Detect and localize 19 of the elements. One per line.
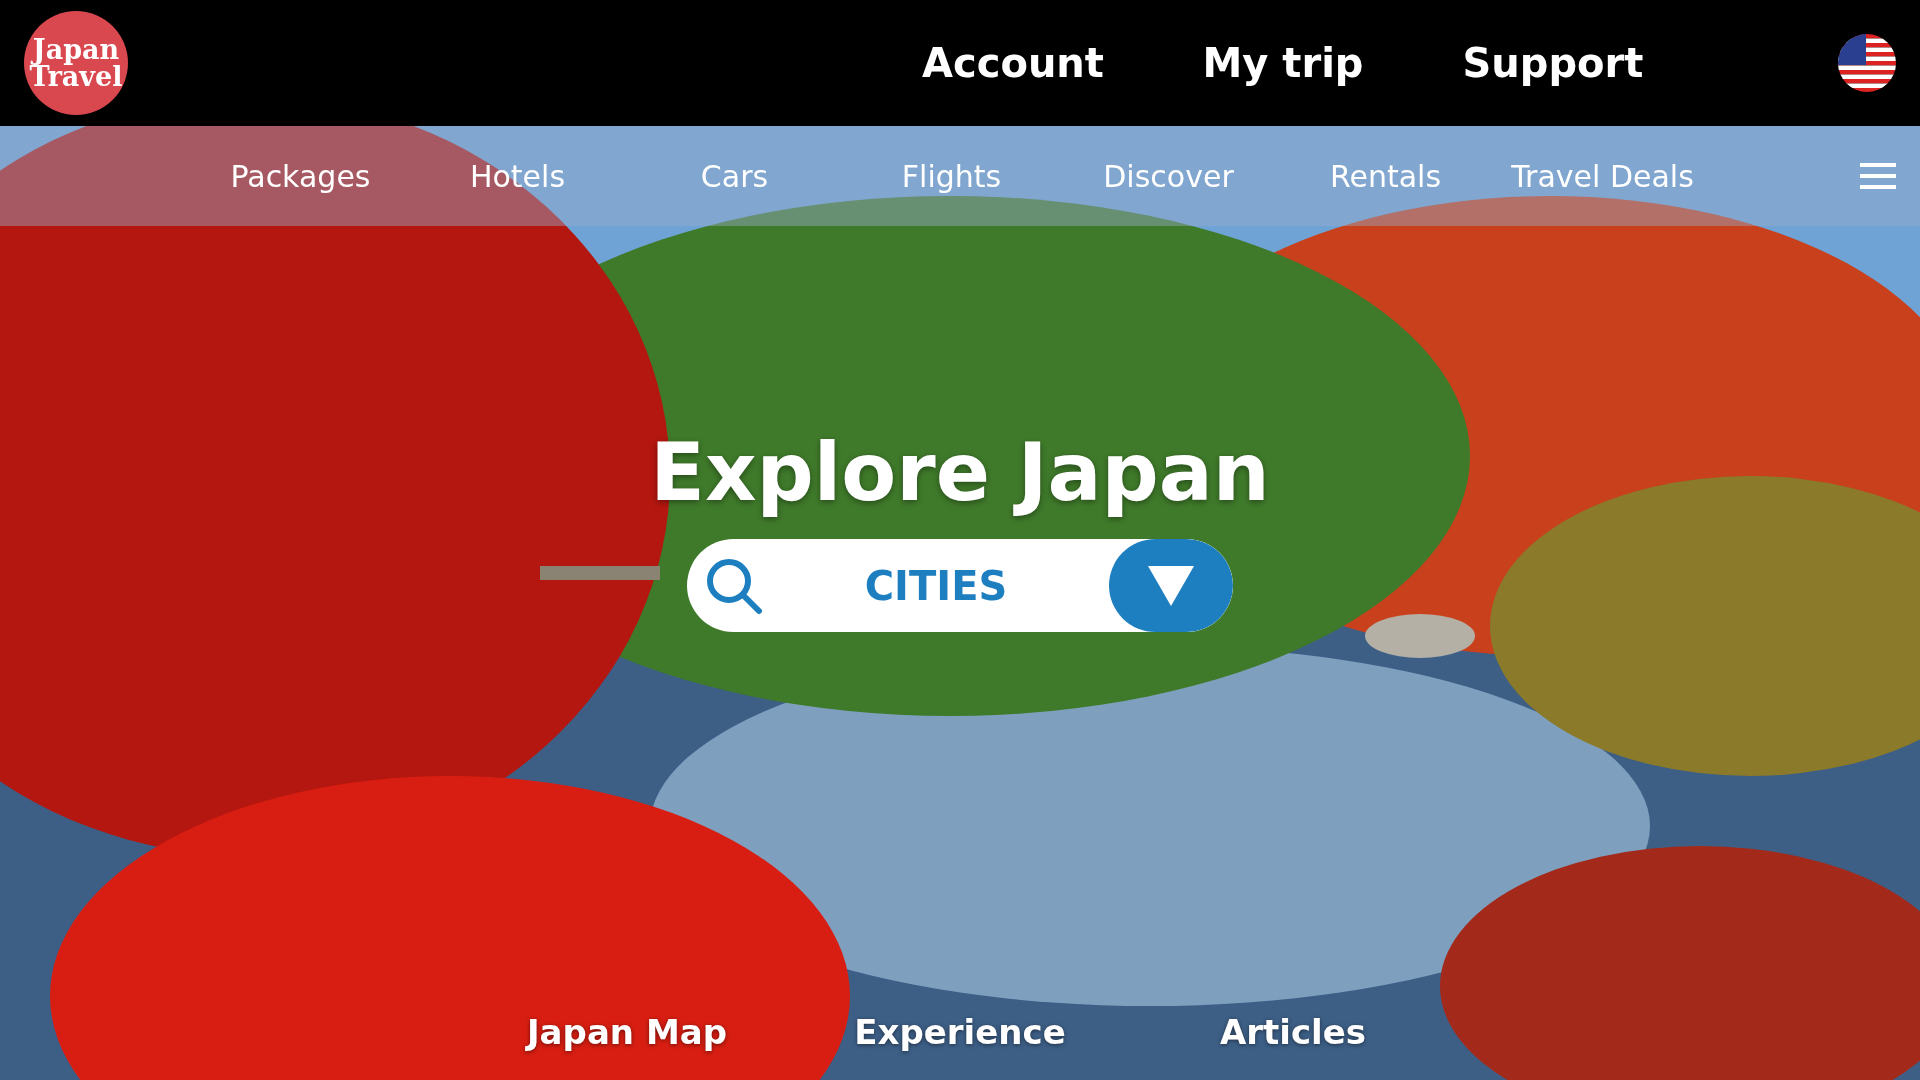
search-icon (705, 556, 763, 615)
caret-icon (1148, 565, 1194, 606)
nav-link[interactable]: Flights (843, 158, 1060, 194)
page-title: Explore Japan (650, 426, 1270, 519)
nav-link[interactable]: Cars (626, 158, 843, 194)
nav-link[interactable]: Discover (1060, 158, 1277, 194)
nav-link[interactable]: Rentals (1277, 158, 1494, 194)
nav-link[interactable]: Packages (192, 158, 409, 194)
account-link[interactable]: Account (878, 40, 1148, 86)
city-select[interactable]: CITIES (687, 539, 1233, 632)
section-link[interactable]: Articles (1126, 1012, 1460, 1052)
logo[interactable]: Japan Travel (24, 11, 128, 115)
section-link[interactable]: Japan Map (460, 1012, 794, 1052)
flag-icon[interactable] (1838, 34, 1896, 92)
account-link[interactable]: My trip (1148, 40, 1418, 86)
select-value: CITIES (863, 562, 1009, 609)
nav-link[interactable]: Travel Deals (1494, 158, 1711, 194)
section-link[interactable]: Experience (793, 1012, 1127, 1052)
account-link[interactable]: Support (1418, 40, 1688, 86)
